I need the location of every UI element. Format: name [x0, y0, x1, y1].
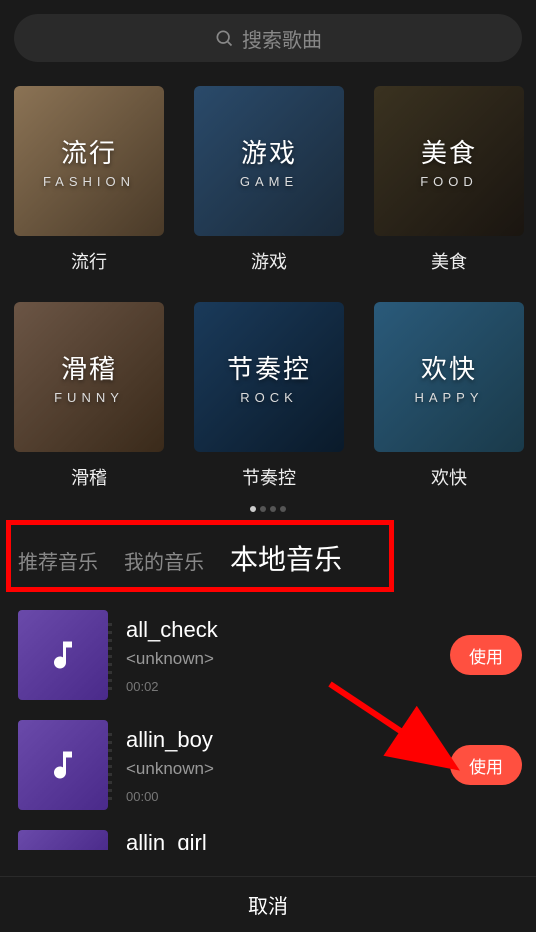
song-item[interactable]: allin_boy <unknown> 00:00 使用	[0, 710, 536, 820]
thumb-en-label: HAPPY	[414, 390, 483, 405]
category-thumb: 流行 FASHION	[14, 86, 164, 236]
category-label: 流行	[71, 248, 107, 274]
category-card-funny[interactable]: 滑稽 FUNNY 滑稽	[14, 302, 164, 490]
song-thumb	[18, 610, 108, 700]
category-card-food[interactable]: 美食 FOOD 美食	[374, 86, 524, 274]
thumb-cn-label: 欢快	[421, 349, 477, 386]
dot	[270, 506, 276, 512]
thumb-cn-label: 节奏控	[227, 349, 311, 386]
song-info: allin_girl	[126, 830, 522, 850]
category-thumb: 滑稽 FUNNY	[14, 302, 164, 452]
category-card-fashion[interactable]: 流行 FASHION 流行	[14, 86, 164, 274]
song-list: all_check <unknown> 00:02 使用 allin_boy <…	[0, 588, 536, 862]
tab-recommended[interactable]: 推荐音乐	[18, 546, 98, 575]
search-bar[interactable]: 搜索歌曲	[14, 14, 522, 62]
category-label: 滑稽	[71, 464, 107, 490]
song-title: all_check	[126, 617, 432, 643]
dot	[260, 506, 266, 512]
tab-local[interactable]: 本地音乐	[230, 538, 342, 578]
tab-mine[interactable]: 我的音乐	[124, 546, 204, 575]
thumb-en-label: FASHION	[43, 174, 135, 189]
search-placeholder: 搜索歌曲	[242, 24, 322, 53]
thumb-en-label: FUNNY	[54, 390, 124, 405]
dot-active	[250, 506, 256, 512]
category-label: 美食	[431, 248, 467, 274]
category-grid: 流行 FASHION 流行 游戏 GAME 游戏 美食 FOOD 美食 滑稽 F…	[0, 62, 536, 500]
use-button[interactable]: 使用	[450, 635, 522, 675]
thumb-cn-label: 游戏	[241, 133, 297, 170]
song-duration: 00:02	[126, 679, 432, 694]
category-label: 节奏控	[242, 464, 296, 490]
song-artist: <unknown>	[126, 649, 432, 669]
thumb-cn-label: 美食	[421, 133, 477, 170]
category-card-happy[interactable]: 欢快 HAPPY 欢快	[374, 302, 524, 490]
song-thumb	[18, 720, 108, 810]
song-item[interactable]: all_check <unknown> 00:02 使用	[0, 600, 536, 710]
song-info: all_check <unknown> 00:02	[126, 617, 432, 694]
category-thumb: 美食 FOOD	[374, 86, 524, 236]
category-thumb: 游戏 GAME	[194, 86, 344, 236]
song-duration: 00:00	[126, 789, 432, 804]
tabs-container: 推荐音乐 我的音乐 本地音乐	[0, 528, 536, 588]
category-label: 欢快	[431, 464, 467, 490]
song-item[interactable]: allin_girl	[0, 820, 536, 850]
thumb-en-label: FOOD	[420, 174, 478, 189]
pagination-dots	[0, 506, 536, 512]
song-title: allin_boy	[126, 727, 432, 753]
thumb-cn-label: 流行	[61, 133, 117, 170]
song-artist: <unknown>	[126, 759, 432, 779]
song-title: allin_girl	[126, 830, 522, 850]
category-thumb: 欢快 HAPPY	[374, 302, 524, 452]
thumb-cn-label: 滑稽	[61, 349, 117, 386]
cancel-button[interactable]: 取消	[0, 876, 536, 932]
music-note-icon	[45, 637, 81, 673]
tabs: 推荐音乐 我的音乐 本地音乐	[0, 528, 536, 588]
music-note-icon	[45, 747, 81, 783]
use-button[interactable]: 使用	[450, 745, 522, 785]
category-thumb: 节奏控 ROCK	[194, 302, 344, 452]
search-icon	[214, 28, 234, 48]
song-info: allin_boy <unknown> 00:00	[126, 727, 432, 804]
category-card-rock[interactable]: 节奏控 ROCK 节奏控	[194, 302, 344, 490]
category-card-game[interactable]: 游戏 GAME 游戏	[194, 86, 344, 274]
category-label: 游戏	[251, 248, 287, 274]
thumb-en-label: GAME	[240, 174, 298, 189]
thumb-en-label: ROCK	[240, 390, 298, 405]
song-thumb	[18, 830, 108, 850]
dot	[280, 506, 286, 512]
